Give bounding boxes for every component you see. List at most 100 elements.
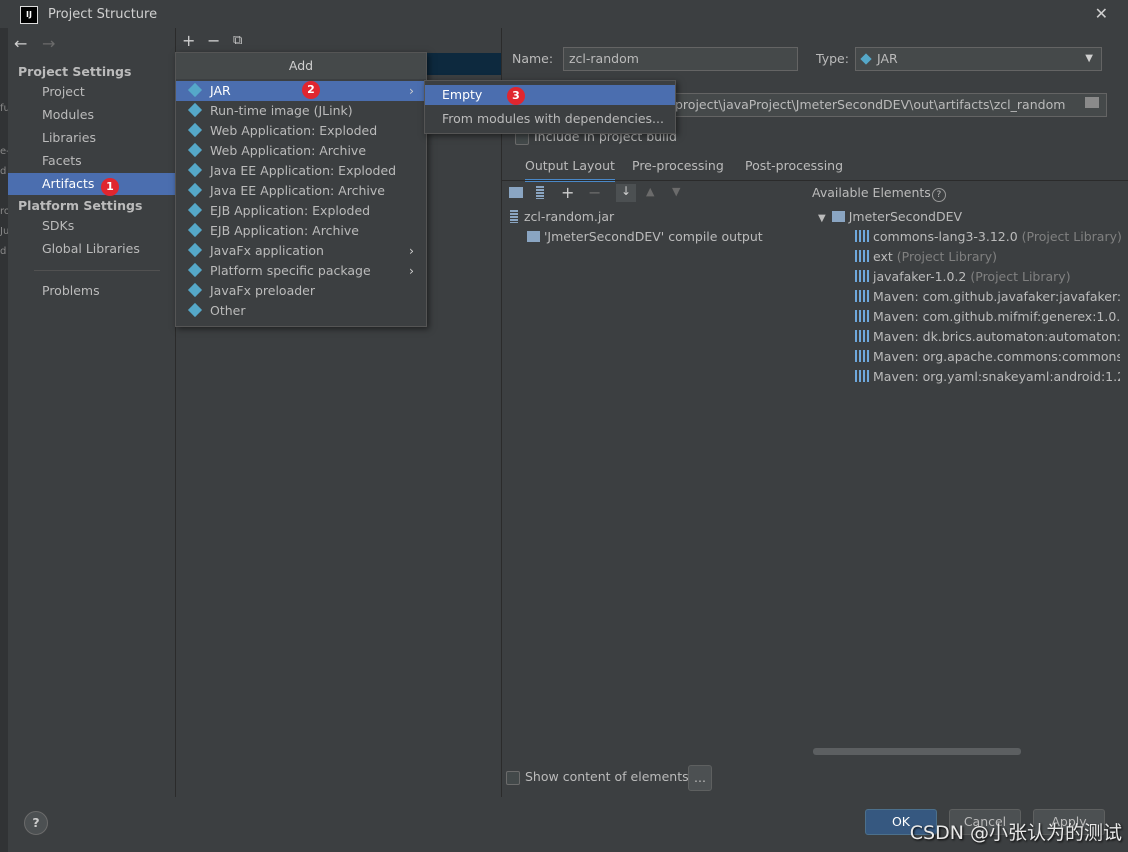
add-element-icon[interactable]: +: [561, 183, 574, 202]
available-element[interactable]: Maven: dk.brics.automaton:automaton:1.1: [855, 329, 1120, 344]
submenu-item-empty[interactable]: Empty: [425, 85, 675, 105]
javaee-app-icon: [187, 162, 203, 178]
library-icon: [855, 290, 869, 302]
artifact-list-row[interactable]: [426, 53, 501, 75]
menu-item-label: Run-time image (JLink): [210, 103, 353, 118]
tab-pre-processing[interactable]: Pre-processing: [632, 153, 724, 179]
web-app-icon: [187, 142, 203, 158]
ejb-app-icon: [187, 202, 203, 218]
menu-item-other[interactable]: Other: [176, 301, 426, 321]
show-content-checkbox[interactable]: [506, 771, 520, 785]
tab-output-layout[interactable]: Output Layout: [525, 153, 615, 182]
other-artifact-icon: [187, 302, 203, 318]
output-tree-item[interactable]: 'JmeterSecondDEV' compile output: [527, 229, 763, 244]
chevron-right-icon: ›: [409, 243, 414, 258]
menu-item-javafx-app[interactable]: JavaFx application ›: [176, 241, 426, 261]
output-tree-root[interactable]: zcl-random.jar: [510, 209, 614, 224]
chevron-down-icon: ▼: [1085, 53, 1093, 64]
help-button[interactable]: ?: [24, 811, 48, 835]
sidebar-item-artifacts[interactable]: Artifacts: [8, 173, 175, 195]
menu-item-javaee-exploded[interactable]: Java EE Application: Exploded: [176, 161, 426, 181]
output-directory-value: project\javaProject\JmeterSecondDEV\out\…: [675, 97, 1066, 112]
module-node[interactable]: ▼ JmeterSecondDEV: [818, 209, 962, 224]
type-label: Type:: [816, 51, 849, 66]
sidebar-divider: [34, 270, 160, 271]
output-directory-field[interactable]: project\javaProject\JmeterSecondDEV\out\…: [674, 93, 1107, 117]
sidebar-item-modules[interactable]: Modules: [8, 104, 175, 126]
move-down-icon[interactable]: ▼: [672, 185, 680, 198]
menu-item-web-archive[interactable]: Web Application: Archive: [176, 141, 426, 161]
library-icon: [855, 350, 869, 362]
sidebar-item-libraries[interactable]: Libraries: [8, 127, 175, 149]
submenu-item-from-modules[interactable]: From modules with dependencies...: [425, 109, 675, 129]
menu-item-javaee-archive[interactable]: Java EE Application: Archive: [176, 181, 426, 201]
element-name: ext: [873, 249, 893, 264]
javaee-app-icon: [187, 182, 203, 198]
available-element[interactable]: Maven: com.github.javafaker:javafaker:1.…: [855, 289, 1120, 304]
step-badge-2: 2: [302, 81, 320, 99]
available-element[interactable]: Maven: com.github.mifmif:generex:1.0.2 (…: [855, 309, 1120, 324]
element-name: Maven: org.apache.commons:commons-la: [873, 349, 1120, 364]
menu-item-label: Web Application: Archive: [210, 143, 367, 158]
element-name: Maven: org.yaml:snakeyaml:android:1.23: [873, 369, 1120, 384]
available-element[interactable]: javafaker-1.0.2 (Project Library): [855, 269, 1071, 284]
copy-icon[interactable]: ⧉: [233, 33, 242, 48]
jar-submenu: Empty From modules with dependencies...: [424, 80, 676, 134]
name-field[interactable]: zcl-random: [563, 47, 798, 71]
element-name: Maven: com.github.javafaker:javafaker:1.…: [873, 289, 1120, 304]
library-icon: [855, 250, 869, 262]
type-select[interactable]: JAR ▼: [855, 47, 1102, 71]
menu-item-ejb-exploded[interactable]: EJB Application: Exploded: [176, 201, 426, 221]
ellipsis-button[interactable]: ...: [688, 765, 712, 791]
menu-item-label: Platform specific package: [210, 263, 371, 278]
sidebar-item-facets[interactable]: Facets: [8, 150, 175, 172]
element-note: (Project Library): [1021, 229, 1122, 244]
menu-item-jar[interactable]: JAR ›: [176, 81, 426, 101]
menu-item-platform-package[interactable]: Platform specific package ›: [176, 261, 426, 281]
library-icon: [855, 310, 869, 322]
menu-item-label: Other: [210, 303, 246, 318]
remove-icon[interactable]: −: [207, 31, 220, 50]
menu-item-javafx-preloader[interactable]: JavaFx preloader: [176, 281, 426, 301]
menu-item-label: JavaFx application: [210, 243, 324, 258]
forward-arrow-icon[interactable]: →: [42, 34, 55, 53]
menu-item-ejb-archive[interactable]: EJB Application: Archive: [176, 221, 426, 241]
sort-icon[interactable]: ↓: [616, 184, 636, 202]
back-arrow-icon[interactable]: ←: [14, 34, 27, 53]
available-elements-label: Available Elements: [812, 185, 931, 200]
menu-item-runtime-image[interactable]: Run-time image (JLink): [176, 101, 426, 121]
available-element[interactable]: commons-lang3-3.12.0 (Project Library): [855, 229, 1122, 244]
add-icon[interactable]: +: [182, 31, 195, 50]
tab-post-processing[interactable]: Post-processing: [745, 153, 843, 179]
menu-item-label: JAR: [210, 83, 231, 98]
javafx-icon: [187, 242, 203, 258]
add-artifact-menu: Add JAR › Run-time image (JLink) Web Appl…: [175, 52, 427, 327]
remove-element-icon[interactable]: −: [588, 183, 601, 202]
sidebar-item-global-libraries[interactable]: Global Libraries: [8, 238, 175, 260]
new-archive-icon[interactable]: [536, 186, 544, 199]
help-circle-icon[interactable]: ?: [931, 188, 946, 202]
app-logo-icon: IJ: [20, 6, 38, 24]
menu-item-web-exploded[interactable]: Web Application: Exploded: [176, 121, 426, 141]
available-element[interactable]: Maven: org.yaml:snakeyaml:android:1.23 (: [855, 369, 1120, 384]
available-elements-title: Available Elements?: [812, 185, 946, 202]
element-name: commons-lang3-3.12.0: [873, 229, 1018, 244]
close-icon[interactable]: ✕: [1095, 4, 1108, 23]
available-element[interactable]: ext (Project Library): [855, 249, 997, 264]
new-folder-icon[interactable]: [509, 187, 523, 198]
ejb-app-icon: [187, 222, 203, 238]
output-tree-item-label: 'JmeterSecondDEV' compile output: [544, 229, 763, 244]
runtime-image-icon: [187, 102, 203, 118]
available-element[interactable]: Maven: org.apache.commons:commons-la: [855, 349, 1120, 364]
sidebar-item-problems[interactable]: Problems: [8, 280, 175, 302]
sidebar-item-sdks[interactable]: SDKs: [8, 215, 175, 237]
title-bar: [0, 0, 1128, 29]
move-up-icon[interactable]: ▲: [646, 185, 654, 198]
horizontal-scrollbar[interactable]: [813, 748, 1021, 755]
menu-item-label: EJB Application: Archive: [210, 223, 359, 238]
folder-icon: [831, 211, 845, 222]
bg-text: d: [0, 246, 7, 257]
folder-browse-icon[interactable]: [1085, 97, 1099, 108]
sidebar-item-project[interactable]: Project: [8, 81, 175, 103]
library-icon: [855, 230, 869, 242]
